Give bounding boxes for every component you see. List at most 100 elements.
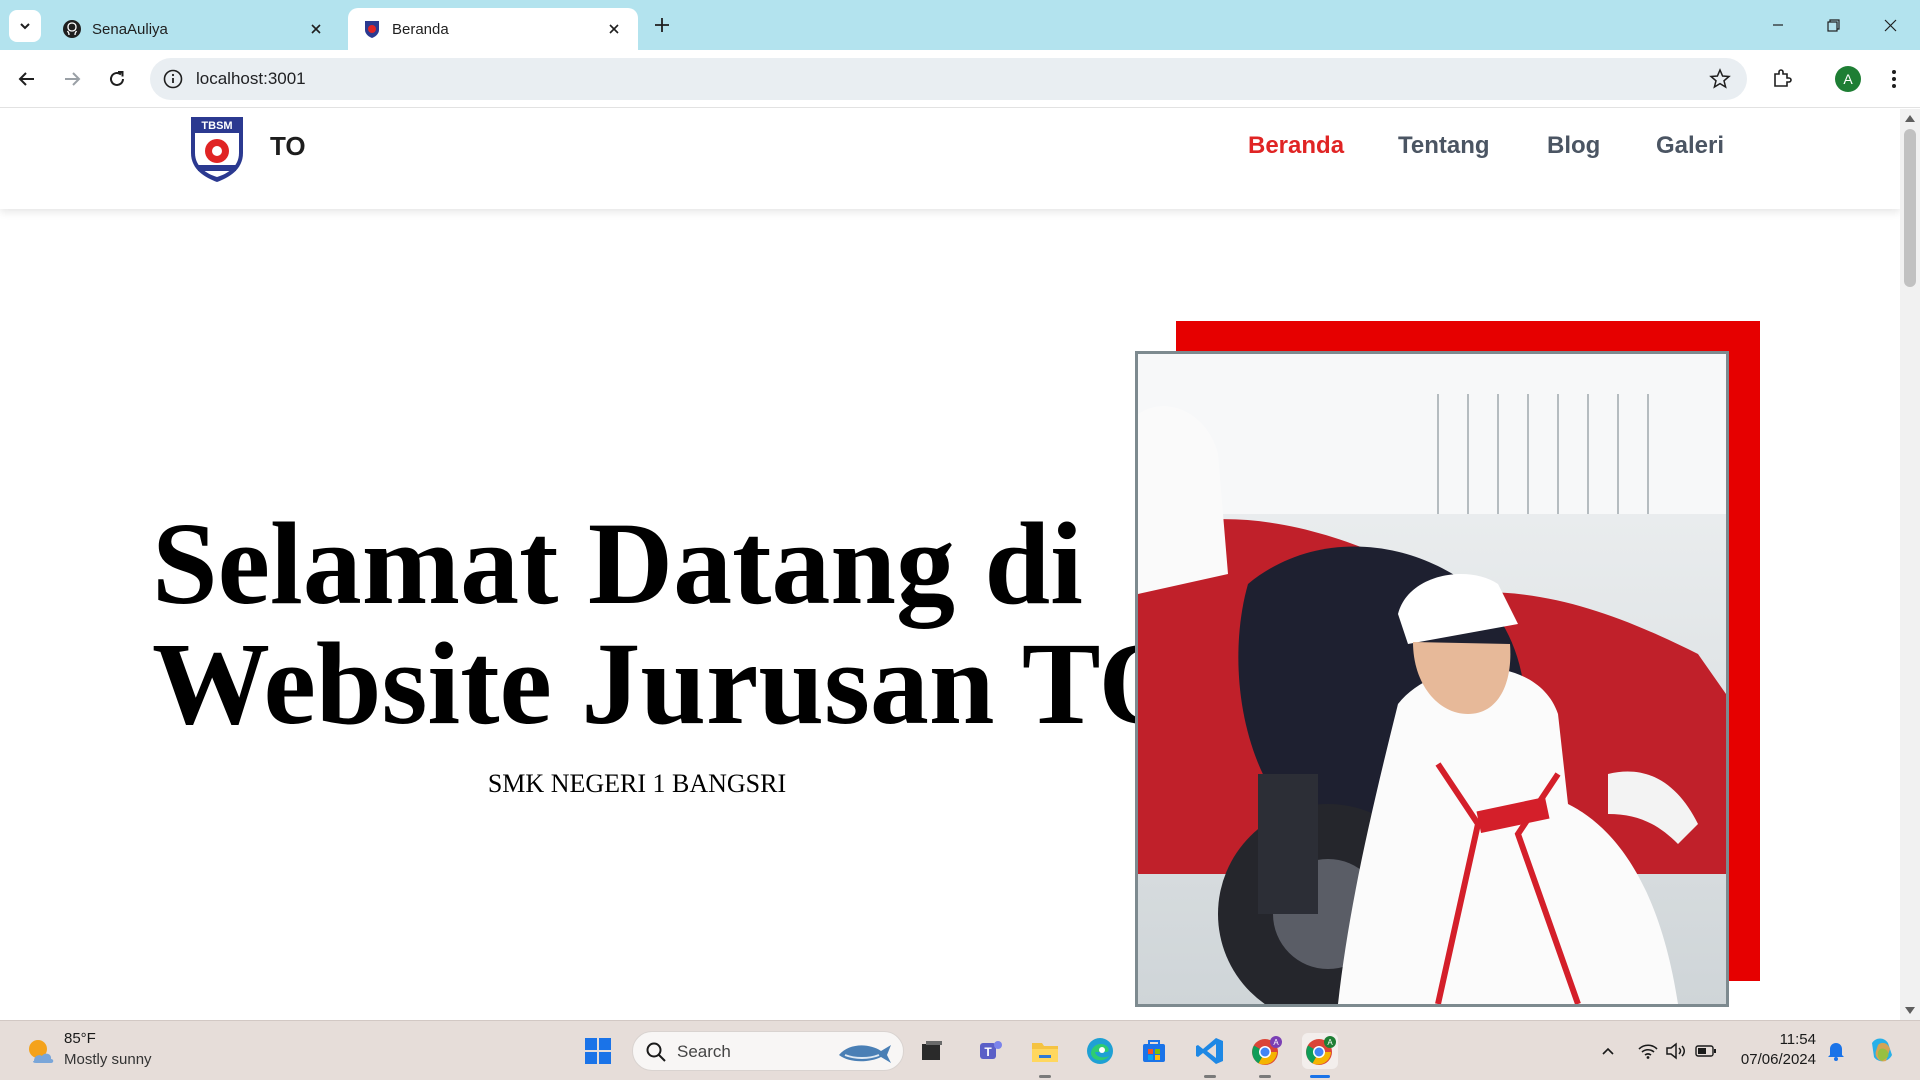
running-indicator [1259,1075,1271,1078]
weather-temperature[interactable]: 85°F [64,1030,96,1047]
nav-tentang[interactable]: Tentang [1398,132,1490,160]
task-view-icon [922,1041,942,1060]
tbsm-logo[interactable]: TBSM [188,115,246,183]
tab-search-button[interactable] [9,10,41,42]
puzzle-icon [1774,69,1792,87]
teams-icon: T [980,1041,1002,1059]
nav-beranda[interactable]: Beranda [1248,132,1344,160]
arrow-right-icon [65,72,81,86]
back-button[interactable] [11,63,43,95]
taskbar-search[interactable]: Search [632,1031,904,1071]
extensions-button[interactable] [1766,63,1798,95]
logo-text: TBSM [201,120,232,132]
chevron-up-icon [1602,1047,1614,1055]
running-indicator [1039,1075,1051,1078]
bell-icon [1828,1043,1844,1061]
svg-text:A: A [1327,1038,1333,1047]
svg-text:A: A [1273,1038,1279,1047]
page-viewport: TBSM TO Beranda Tentang Blog Galeri Sela… [0,109,1900,1020]
minimize-button[interactable] [1760,10,1796,40]
search-icon [646,1042,666,1062]
new-tab-button[interactable] [650,13,674,37]
tab-strip: SenaAuliya Beranda [0,0,1920,50]
chrome-profile-b-button[interactable]: A [1302,1033,1338,1069]
window-close-button[interactable] [1872,10,1908,40]
mechanic-photo-illustration [1138,354,1726,1004]
restore-button[interactable] [1815,10,1851,40]
copilot-button[interactable] [1866,1035,1898,1067]
battery-icon [1695,1045,1716,1057]
store-button[interactable] [1136,1033,1172,1069]
browser-toolbar: localhost:3001 A [0,50,1920,108]
clock-time: 11:54 [1779,1031,1816,1048]
site-header: TBSM TO Beranda Tentang Blog Galeri [0,109,1900,209]
tab-senaauliya[interactable]: SenaAuliya [48,8,340,50]
bookmark-star-icon[interactable] [1709,68,1731,90]
windows-start-icon [585,1038,611,1064]
hero-title: Selamat Datang di Website Jurusan TO [152,504,1190,744]
minimize-icon [1773,24,1783,26]
search-placeholder: Search [677,1042,731,1061]
speaker-icon [1666,1042,1685,1060]
volume-button[interactable] [1664,1039,1688,1063]
avatar: A [1835,66,1861,92]
hero-title-line-2: Website Jurusan TO [152,618,1191,749]
github-icon [63,20,81,38]
system-clock[interactable]: 11:54 07/06/2024 [1720,1030,1816,1070]
url-text[interactable]: localhost:3001 [196,69,306,89]
scroll-up-arrow[interactable] [1905,115,1915,122]
address-bar[interactable]: localhost:3001 [150,58,1747,100]
chevron-down-icon [20,23,30,30]
start-button[interactable] [580,1033,616,1069]
running-indicator [1204,1075,1216,1078]
hero-photo [1135,351,1729,1007]
vscode-button[interactable] [1192,1033,1228,1069]
tab-title: SenaAuliya [92,20,168,38]
scroll-down-arrow[interactable] [1905,1007,1915,1014]
info-icon[interactable] [162,68,184,90]
file-explorer-icon [1032,1043,1058,1062]
weather-condition[interactable]: Mostly sunny [64,1051,152,1068]
show-hidden-icons-button[interactable] [1596,1039,1620,1063]
teams-button[interactable]: T [972,1033,1008,1069]
chrome-icon: A [1306,1036,1336,1065]
chrome-profile-a-button[interactable]: A [1248,1033,1284,1069]
file-explorer-button[interactable] [1027,1033,1063,1069]
scrollbar-thumb[interactable] [1904,129,1916,287]
network-button[interactable] [1636,1039,1660,1063]
windows-taskbar: 85°F Mostly sunny Search T A A 11:54 07/… [0,1020,1920,1080]
battery-button[interactable] [1694,1039,1718,1063]
reload-button[interactable] [101,63,133,95]
vscode-icon [1196,1038,1223,1064]
chrome-icon: A [1252,1036,1282,1065]
more-vertical-icon [1892,70,1896,88]
store-icon [1143,1040,1165,1062]
chrome-menu-button[interactable] [1878,63,1910,95]
wifi-icon [1638,1044,1658,1059]
page-scrollbar[interactable] [1900,109,1920,1020]
task-view-button[interactable] [914,1033,950,1069]
hero-subtitle: SMK NEGERI 1 BANGSRI [487,769,787,798]
notifications-button[interactable] [1824,1039,1848,1063]
tab-title: Beranda [392,20,449,38]
edge-icon [1087,1038,1113,1064]
edge-button[interactable] [1082,1033,1118,1069]
active-indicator [1310,1075,1330,1078]
hero-title-line-1: Selamat Datang di [152,498,1083,629]
nav-galeri[interactable]: Galeri [1656,132,1724,160]
tbsm-favicon-icon [365,21,379,38]
close-icon [1884,19,1896,31]
forward-button[interactable] [56,63,88,95]
profile-button[interactable]: A [1832,63,1864,95]
arrow-left-icon [18,72,34,86]
nav-blog[interactable]: Blog [1547,132,1600,160]
svg-text:T: T [984,1045,992,1059]
clock-date: 07/06/2024 [1740,1051,1816,1068]
sun-cloud-icon[interactable] [24,1035,56,1067]
site-brand[interactable]: TO [270,131,306,162]
close-icon[interactable] [604,19,624,39]
plus-icon [655,18,669,32]
close-icon[interactable] [306,19,326,39]
search-highlight-whale-icon [839,1045,891,1063]
tab-beranda[interactable]: Beranda [348,8,638,50]
